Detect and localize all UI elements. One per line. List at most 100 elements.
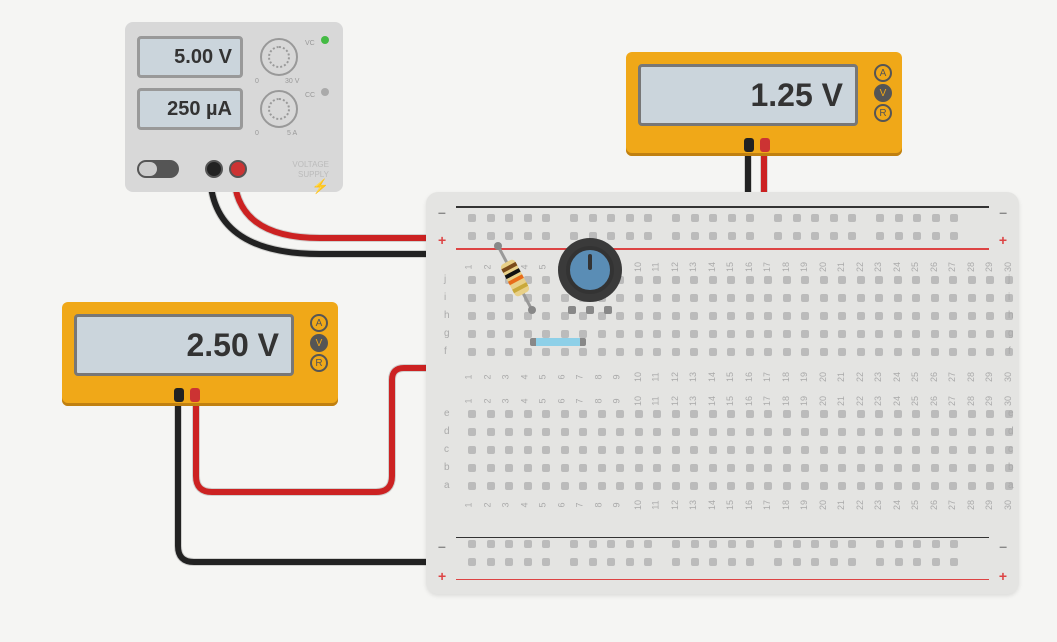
bb-col-label: 28 bbox=[966, 372, 976, 382]
bb-col-label: 22 bbox=[855, 262, 865, 272]
rail-minus-bot: – bbox=[438, 538, 446, 554]
bb-col-label: 5 bbox=[538, 398, 548, 403]
bb-col-label: 22 bbox=[855, 396, 865, 406]
bb-col-label: 23 bbox=[873, 396, 883, 406]
potentiometer[interactable] bbox=[558, 238, 622, 302]
bb-col-label: 10 bbox=[633, 262, 643, 272]
ps-cc-led bbox=[321, 88, 329, 96]
bb-col-label: 4 bbox=[519, 502, 529, 507]
bb-row[interactable] bbox=[468, 312, 1023, 320]
bb-col-label: 27 bbox=[947, 500, 957, 510]
bb-col-label: 30 bbox=[1003, 500, 1013, 510]
bb-row[interactable] bbox=[468, 428, 1023, 436]
bb-col-label: 19 bbox=[799, 262, 809, 272]
mm-left-probe-neg[interactable] bbox=[174, 388, 184, 402]
bb-col-label: 11 bbox=[651, 500, 661, 509]
bb-col-label: 21 bbox=[836, 500, 846, 510]
resistor[interactable] bbox=[488, 240, 548, 320]
multimeter-top[interactable]: 1.25 V A V R bbox=[626, 52, 902, 156]
bb-col-label: 17 bbox=[762, 262, 772, 272]
bb-col-label: 18 bbox=[781, 372, 791, 382]
bb-row-label: i bbox=[444, 292, 446, 303]
bb-row[interactable] bbox=[468, 410, 1023, 418]
mm-top-display: 1.25 V bbox=[638, 64, 858, 126]
bb-row[interactable] bbox=[468, 348, 1023, 356]
bb-col-label: 29 bbox=[984, 396, 994, 406]
multimeter-left[interactable]: 2.50 V A V R bbox=[62, 302, 338, 406]
mm-left-probe-pos[interactable] bbox=[190, 388, 200, 402]
mm-top-probe-pos[interactable] bbox=[760, 138, 770, 152]
bb-col-label: 1 bbox=[464, 374, 474, 379]
bb-row[interactable] bbox=[468, 276, 1023, 284]
ps-voltage-knob[interactable] bbox=[260, 38, 298, 76]
bb-row-label: f bbox=[1008, 346, 1011, 357]
bb-col-label: 17 bbox=[762, 396, 772, 406]
bb-col-label: 19 bbox=[799, 372, 809, 382]
bb-row[interactable] bbox=[468, 558, 978, 566]
bb-col-label: 7 bbox=[575, 502, 585, 507]
mm-left-mode-ohm[interactable]: R bbox=[310, 354, 328, 372]
bb-col-label: 8 bbox=[593, 502, 603, 507]
rail-minus-top-r: – bbox=[999, 204, 1007, 220]
bb-row-label: a bbox=[1008, 480, 1014, 491]
bb-row[interactable] bbox=[468, 232, 978, 240]
bb-col-label: 9 bbox=[612, 374, 622, 379]
bb-col-label: 10 bbox=[633, 396, 643, 406]
ps-cc-label: CC bbox=[305, 92, 315, 99]
bb-row[interactable] bbox=[468, 540, 978, 548]
bb-row[interactable] bbox=[468, 214, 978, 222]
mm-top-mode-volt[interactable]: V bbox=[874, 84, 892, 102]
bb-col-label: 2 bbox=[482, 502, 492, 507]
bb-row-label: h bbox=[444, 310, 450, 321]
bb-col-label: 20 bbox=[818, 262, 828, 272]
ps-voltage-display: 5.00 V bbox=[137, 36, 243, 78]
bb-row[interactable] bbox=[468, 294, 1023, 302]
bb-row[interactable] bbox=[468, 482, 1023, 490]
mm-top-mode-ohm[interactable]: R bbox=[874, 104, 892, 122]
bb-row[interactable] bbox=[468, 464, 1023, 472]
bb-col-label: 9 bbox=[612, 398, 622, 403]
mm-left-mode-volt[interactable]: V bbox=[310, 334, 328, 352]
ps-c-max: 5 A bbox=[287, 130, 297, 137]
bb-col-label: 13 bbox=[688, 500, 698, 510]
mm-left-mode-amp[interactable]: A bbox=[310, 314, 328, 332]
bb-row-label: b bbox=[444, 462, 450, 473]
potentiometer-knob[interactable] bbox=[566, 246, 614, 294]
bb-col-label: 16 bbox=[744, 500, 754, 510]
bb-col-label: 20 bbox=[818, 500, 828, 510]
power-supply[interactable]: 5.00 V 250 µA VC CC 0 30 V 0 5 A ON VOLT… bbox=[125, 22, 343, 192]
mm-top-probe-neg[interactable] bbox=[744, 138, 754, 152]
ps-brand-label: VOLTAGE SUPPLY bbox=[292, 160, 329, 179]
bb-col-label: 28 bbox=[966, 396, 976, 406]
bb-row[interactable] bbox=[468, 330, 1023, 338]
bb-col-label: 10 bbox=[633, 372, 643, 382]
bb-col-label: 19 bbox=[799, 500, 809, 510]
bb-col-label: 15 bbox=[725, 262, 735, 272]
bb-col-label: 2 bbox=[482, 398, 492, 403]
bb-row-label: e bbox=[1008, 408, 1014, 419]
bb-col-label: 2 bbox=[482, 374, 492, 379]
ps-jack-positive[interactable] bbox=[229, 160, 247, 178]
resistor-small[interactable] bbox=[530, 338, 586, 346]
bb-col-label: 26 bbox=[929, 262, 939, 272]
mm-top-mode-amp[interactable]: A bbox=[874, 64, 892, 82]
bb-col-label: 26 bbox=[929, 372, 939, 382]
bb-col-label: 11 bbox=[651, 396, 661, 405]
bb-col-label: 1 bbox=[464, 264, 474, 269]
bb-col-label: 23 bbox=[873, 372, 883, 382]
bolt-icon: ⚡ bbox=[312, 178, 329, 195]
bb-col-label: 24 bbox=[892, 372, 902, 382]
bb-col-label: 14 bbox=[707, 262, 717, 272]
bb-row[interactable] bbox=[468, 446, 1023, 454]
ps-jack-negative[interactable] bbox=[205, 160, 223, 178]
bb-col-label: 30 bbox=[1003, 396, 1013, 406]
bb-col-label: 21 bbox=[836, 262, 846, 272]
bb-col-label: 10 bbox=[633, 500, 643, 510]
wire-mm-left-neg[interactable] bbox=[178, 406, 460, 562]
bb-row-label: g bbox=[444, 328, 450, 339]
mm-left-display: 2.50 V bbox=[74, 314, 294, 376]
bb-col-label: 24 bbox=[892, 500, 902, 510]
ps-current-knob[interactable] bbox=[260, 90, 298, 128]
bb-col-label: 1 bbox=[464, 398, 474, 403]
bb-col-label: 27 bbox=[947, 262, 957, 272]
